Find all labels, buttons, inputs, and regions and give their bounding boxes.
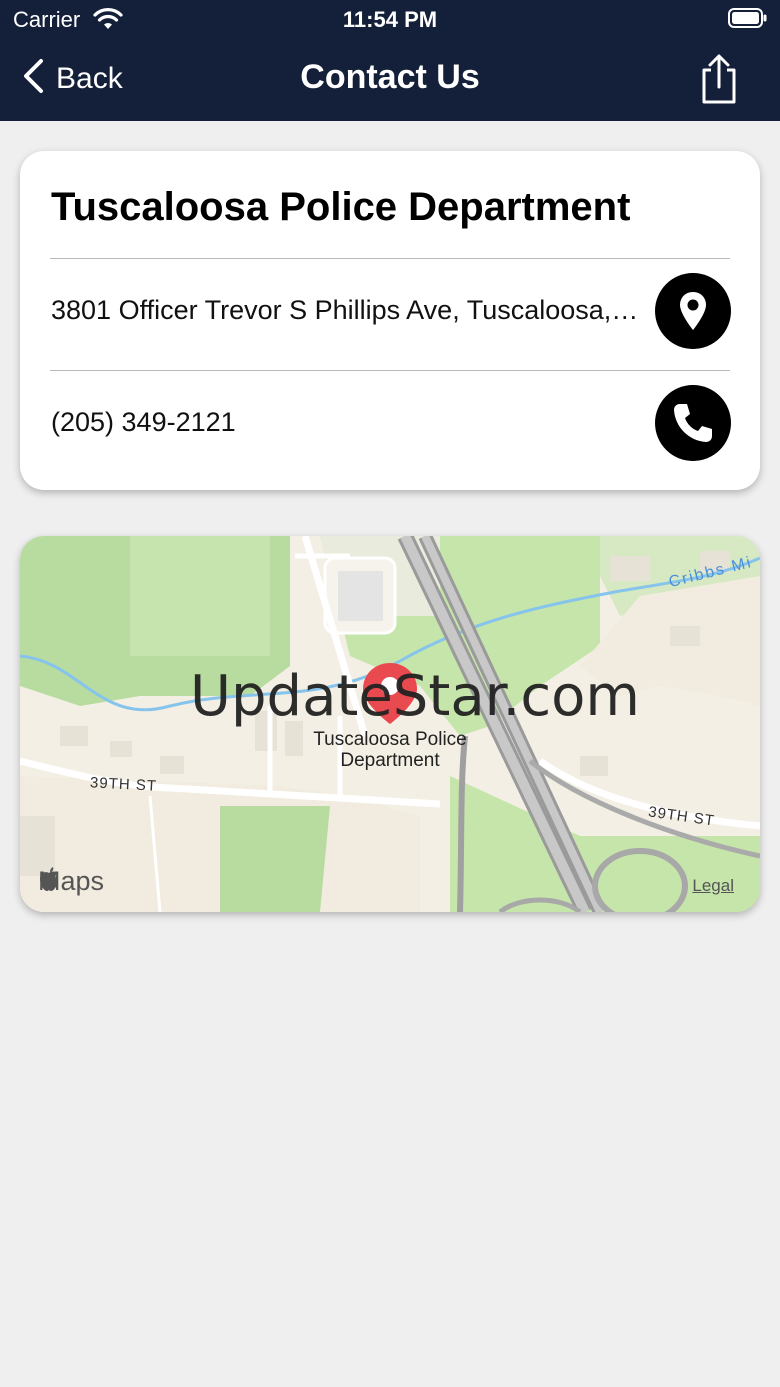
phone-icon [674, 404, 712, 442]
poi-label: Tuscaloosa Police Department [313, 729, 467, 771]
directions-button[interactable] [655, 273, 731, 349]
address-text[interactable]: 3801 Officer Trevor S Phillips Ave, Tusc… [51, 295, 641, 326]
legal-link[interactable]: Legal [692, 876, 734, 896]
top-bar: Carrier 11:54 PM Back Contact Us [0, 0, 780, 121]
navigation-bar: Back Contact Us [0, 40, 780, 121]
apple-maps-logo: Maps [38, 866, 104, 897]
battery-icon [728, 8, 767, 28]
page-title: Contact Us [300, 58, 480, 96]
watermark-text: UpdateStar.com [190, 664, 640, 729]
phone-text[interactable]: (205) 349-2121 [51, 407, 641, 438]
clock-label: 11:54 PM [342, 7, 438, 32]
divider [50, 258, 730, 259]
share-icon [702, 54, 736, 104]
status-bar: Carrier 11:54 PM [0, 0, 780, 40]
department-name: Tuscaloosa Police Department [51, 185, 631, 229]
share-button[interactable] [698, 54, 740, 104]
contact-card: Tuscaloosa Police Department 3801 Office… [20, 151, 760, 490]
map-view[interactable]: 39TH ST 39TH ST Cribbs Mi Tuscaloosa Pol… [20, 536, 760, 912]
divider [50, 370, 730, 371]
call-button[interactable] [655, 385, 731, 461]
street-label: 39TH ST [89, 774, 158, 795]
map-pin-icon [680, 292, 706, 330]
apple-icon [40, 867, 58, 891]
